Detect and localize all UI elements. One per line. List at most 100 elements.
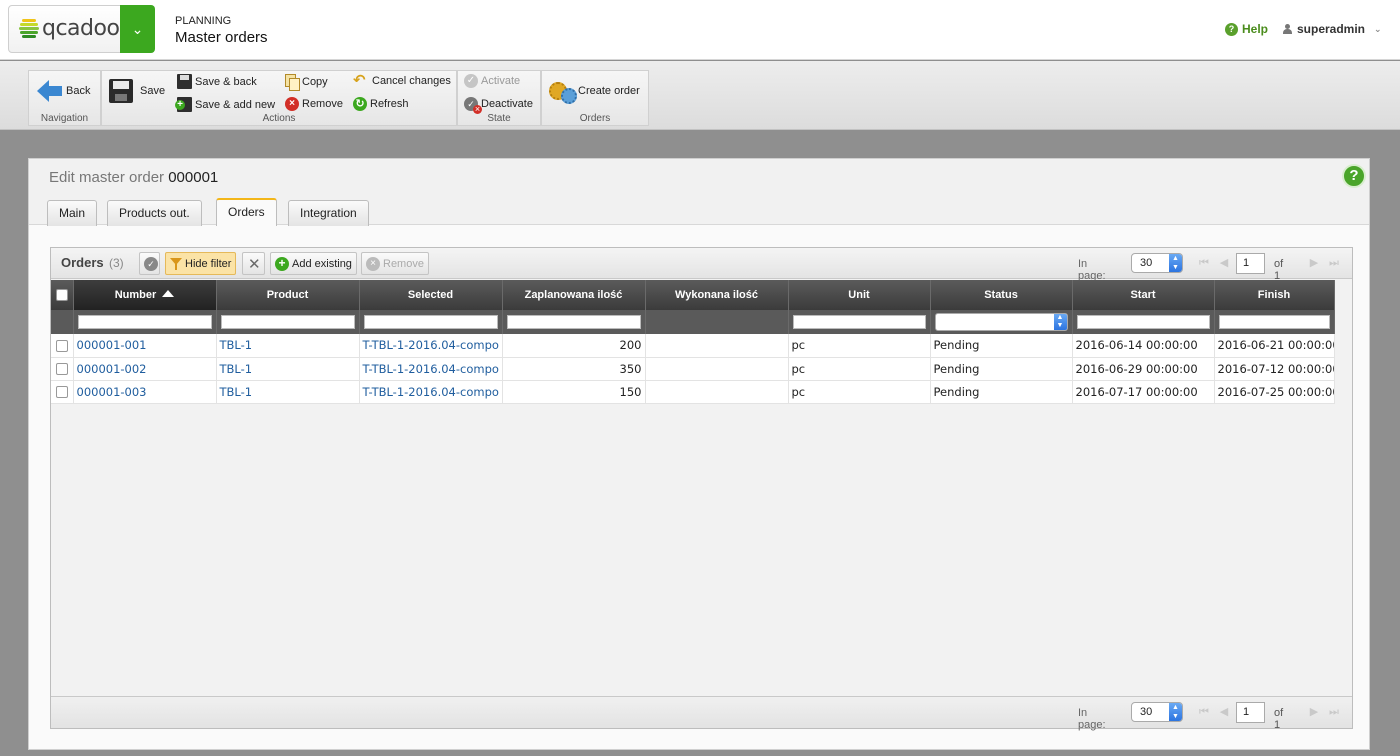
cell-number[interactable]: 000001-002: [73, 357, 217, 381]
deactivate-label: Deactivate: [481, 98, 533, 110]
select-all-button[interactable]: ✓: [139, 252, 160, 275]
create-order-button[interactable]: Create order: [549, 80, 640, 104]
activate-icon: ✓: [464, 74, 478, 88]
cell-planned-quantity: 350: [502, 357, 646, 381]
page-number-input[interactable]: 1: [1236, 253, 1265, 274]
table-row[interactable]: 000001-002 TBL-1 T-TBL-1-2016.04-compo 350 p…: [51, 357, 1335, 381]
cell-product[interactable]: TBL-1: [216, 357, 360, 381]
back-button[interactable]: Back: [37, 80, 90, 102]
filter-finish-input[interactable]: [1218, 315, 1330, 329]
orders-table: Number Product Selected Zaplanowana iloś…: [51, 280, 1335, 404]
menu-toggle-button[interactable]: ⌄: [120, 5, 155, 53]
cell-number[interactable]: 000001-003: [73, 380, 217, 404]
ribbon-group-label: Navigation: [40, 113, 89, 124]
grid-remove-button[interactable]: × Remove: [361, 252, 429, 275]
page-size-select[interactable]: 30 ▲ ▼: [1131, 702, 1183, 722]
filter-unit-input[interactable]: [792, 315, 926, 329]
column-header-number[interactable]: Number: [73, 280, 217, 310]
last-page-icon[interactable]: ⏭: [1327, 256, 1341, 270]
table-row[interactable]: 000001-003 TBL-1 T-TBL-1-2016.04-compo 150 p…: [51, 380, 1335, 404]
back-label: Back: [66, 85, 91, 97]
cell-finish: 2016-06-21 00:00:00: [1214, 334, 1335, 358]
next-page-icon[interactable]: ▶: [1307, 705, 1321, 719]
select-all-checkbox[interactable]: [55, 289, 68, 302]
last-page-icon[interactable]: ⏭: [1327, 705, 1341, 719]
cell-product[interactable]: TBL-1: [216, 380, 360, 404]
column-header-selected[interactable]: Selected: [359, 280, 503, 310]
copy-button[interactable]: Copy: [285, 74, 328, 91]
hide-filter-button[interactable]: Hide filter: [165, 252, 237, 275]
select-arrows-icon: ▲ ▼: [1169, 703, 1182, 721]
page-size-select[interactable]: 30 ▲ ▼: [1131, 253, 1183, 273]
clear-filter-button[interactable]: [242, 252, 265, 275]
row-checkbox[interactable]: [55, 339, 68, 352]
ribbon-group-actions: Save Save & back Save & add new Copy × R…: [101, 70, 457, 126]
column-header-finish[interactable]: Finish: [1214, 280, 1335, 310]
ribbon-group-label: State: [487, 113, 511, 124]
page-number-input[interactable]: 1: [1236, 702, 1265, 723]
remove-button[interactable]: × Remove: [285, 97, 343, 111]
cell-selected[interactable]: T-TBL-1-2016.04-compo: [359, 357, 503, 381]
column-header-planned-quantity[interactable]: Zaplanowana ilość: [502, 280, 646, 310]
refresh-button[interactable]: ↻ Refresh: [353, 97, 409, 111]
filter-selected-input[interactable]: [363, 315, 498, 329]
page-title: Master orders: [175, 29, 268, 46]
column-header-done-quantity[interactable]: Wykonana ilość: [645, 280, 789, 310]
tab-orders[interactable]: Orders: [216, 198, 277, 226]
cell-selected[interactable]: T-TBL-1-2016.04-compo: [359, 380, 503, 404]
save-button[interactable]: Save: [109, 79, 165, 103]
select-arrows-icon: ▲ ▼: [1053, 314, 1067, 330]
filter-finish-cell: [1214, 310, 1335, 334]
row-checkbox[interactable]: [55, 363, 68, 375]
filter-number-cell: [73, 310, 217, 334]
previous-page-icon[interactable]: ◀: [1217, 705, 1231, 719]
first-page-icon[interactable]: ⏮: [1197, 256, 1211, 270]
app-logo[interactable]: qcadoo: [8, 5, 121, 53]
user-icon: [1283, 24, 1292, 34]
form-title: Edit master order 000001: [49, 169, 218, 186]
activate-button[interactable]: ✓ Activate: [464, 74, 520, 88]
copy-icon: [285, 74, 300, 91]
filter-done-cell: [645, 310, 789, 334]
cell-status: Pending: [930, 357, 1073, 381]
previous-page-icon[interactable]: ◀: [1217, 256, 1231, 270]
row-checkbox[interactable]: [55, 386, 68, 398]
filter-status-select[interactable]: ▲ ▼: [934, 313, 1068, 331]
cell-number[interactable]: 000001-001: [73, 334, 217, 358]
filter-planned-cell: [502, 310, 646, 334]
tab-integration[interactable]: Integration: [288, 200, 369, 226]
deactivate-button[interactable]: ✓ Deactivate: [464, 97, 533, 114]
first-page-icon[interactable]: ⏮: [1197, 705, 1211, 719]
tab-products-out[interactable]: Products out.: [107, 200, 202, 226]
filter-number-input[interactable]: [77, 315, 212, 329]
column-label: Number: [114, 289, 157, 301]
add-existing-button[interactable]: + Add existing: [270, 252, 357, 275]
remove-icon: ×: [285, 97, 299, 111]
cancel-changes-button[interactable]: ↶ Cancel changes: [353, 73, 451, 88]
help-icon[interactable]: ?: [1342, 164, 1366, 188]
form-title-prefix: Edit master order: [49, 169, 165, 186]
grid-body: 000001-001 TBL-1 T-TBL-1-2016.04-compo 200 p…: [51, 334, 1335, 404]
filter-product-input[interactable]: [220, 315, 355, 329]
table-row[interactable]: 000001-001 TBL-1 T-TBL-1-2016.04-compo 200 p…: [51, 334, 1335, 358]
cell-selected[interactable]: T-TBL-1-2016.04-compo: [359, 334, 503, 358]
column-header-unit[interactable]: Unit: [788, 280, 931, 310]
grid-title: Orders: [61, 255, 104, 270]
cell-done-quantity: [645, 334, 789, 358]
activate-label: Activate: [481, 75, 521, 87]
user-menu[interactable]: superadmin ⌄: [1283, 22, 1382, 36]
refresh-icon: ↻: [353, 97, 367, 111]
next-page-icon[interactable]: ▶: [1307, 256, 1321, 270]
in-page-label: In page:: [1078, 258, 1106, 282]
filter-planned-input[interactable]: [506, 315, 641, 329]
column-header-status[interactable]: Status: [930, 280, 1073, 310]
filter-start-input[interactable]: [1076, 315, 1210, 329]
save-back-button[interactable]: Save & back: [177, 74, 257, 89]
remove-label: Remove: [302, 98, 343, 110]
column-header-product[interactable]: Product: [216, 280, 360, 310]
save-add-new-button[interactable]: Save & add new: [175, 97, 275, 112]
column-header-start[interactable]: Start: [1072, 280, 1215, 310]
cell-product[interactable]: TBL-1: [216, 334, 360, 358]
help-link[interactable]: ? Help: [1225, 22, 1268, 36]
tab-main[interactable]: Main: [47, 200, 98, 226]
